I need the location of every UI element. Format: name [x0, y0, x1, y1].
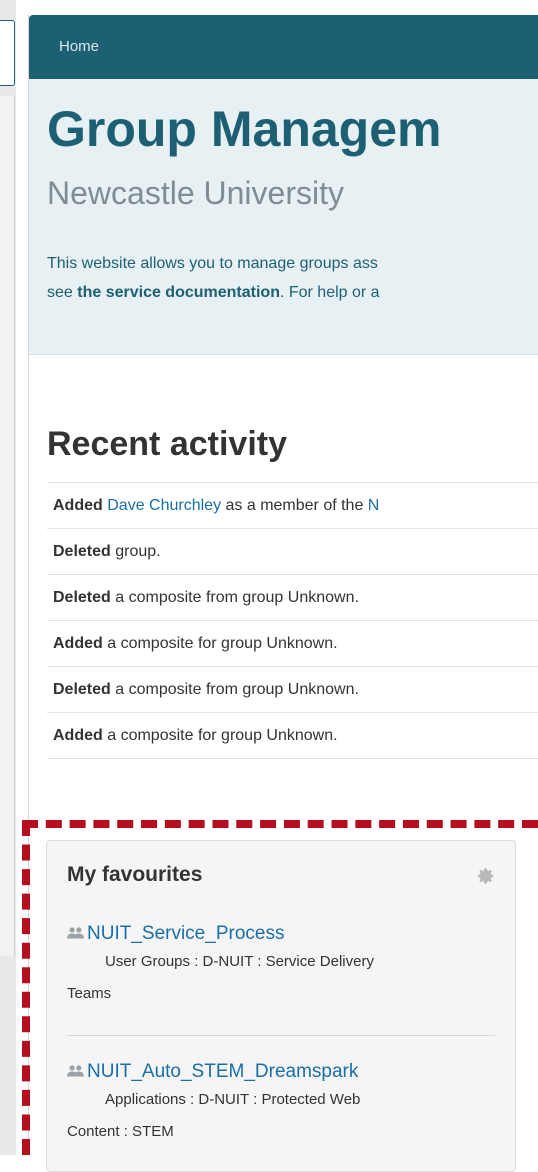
activity-verb: Deleted — [53, 681, 111, 698]
activity-item: Added a composite for group Unknown. — [47, 621, 538, 667]
favourite-item: NUIT_Auto_STEM_Dreamspark Applications :… — [67, 1061, 497, 1147]
favourite-path-line1: Applications : D-NUIT : Protected Web — [105, 1091, 361, 1108]
activity-text: a composite for group Unknown. — [102, 727, 338, 744]
favourite-divider — [67, 1035, 495, 1036]
activity-verb: Deleted — [53, 589, 111, 606]
activity-text: a composite from group Unknown. — [110, 681, 359, 698]
activity-verb: Added — [53, 497, 103, 514]
group-icon — [67, 1064, 84, 1081]
collapsed-sidebar-tab[interactable] — [0, 20, 15, 86]
favourite-path: Applications : D-NUIT : Protected Web — [67, 1083, 497, 1117]
intro-line1: This website allows you to manage groups… — [47, 255, 378, 272]
activity-item: Deleted group. — [47, 529, 538, 575]
activity-item: Added a composite for group Unknown. — [47, 713, 538, 759]
left-edge — [0, 0, 16, 1155]
breadcrumb-home[interactable]: Home — [59, 38, 99, 55]
activity-item: Deleted a composite from group Unknown. — [47, 575, 538, 621]
recent-activity-heading: Recent activity — [47, 425, 287, 463]
group-icon — [67, 926, 84, 943]
favourite-path-line2: Teams — [67, 985, 112, 1002]
page-subtitle: Newcastle University — [47, 175, 344, 211]
collapsed-sidebar — [0, 96, 15, 956]
breadcrumb: Home — [29, 15, 538, 79]
activity-text: as a member of the — [221, 497, 368, 514]
favourite-item: NUIT_Service_Process User Groups : D-NUI… — [67, 923, 497, 1009]
activity-item: Added Dave Churchley as a member of the … — [47, 482, 538, 529]
activity-group-link[interactable]: N — [368, 497, 380, 514]
favourite-path: User Groups : D-NUIT : Service Delivery — [67, 945, 497, 979]
favourite-path-line2: Content : STEM — [67, 1123, 174, 1140]
intro-line2-prefix: see — [47, 284, 78, 301]
activity-item: Deleted a composite from group Unknown. — [47, 667, 538, 713]
activity-text: group. — [110, 543, 161, 560]
intro-text: This website allows you to manage groups… — [47, 249, 538, 307]
recent-activity-list: Added Dave Churchley as a member of the … — [47, 482, 538, 759]
activity-user-link[interactable]: Dave Churchley — [107, 497, 221, 514]
hero-banner: Group Managem Newcastle University This … — [29, 79, 538, 355]
page-title: Group Managem — [47, 101, 442, 157]
favourite-path-line1: User Groups : D-NUIT : Service Delivery — [105, 953, 374, 970]
activity-verb: Added — [53, 727, 103, 744]
favourite-link[interactable]: NUIT_Service_Process — [87, 923, 284, 945]
activity-verb: Deleted — [53, 543, 111, 560]
activity-verb: Added — [53, 635, 103, 652]
favourites-title: My favourites — [67, 863, 203, 886]
favourites-panel: My favourites NUIT_Service_Process User … — [46, 840, 516, 1172]
activity-text: a composite from group Unknown. — [110, 589, 359, 606]
favourite-link[interactable]: NUIT_Auto_STEM_Dreamspark — [87, 1061, 358, 1083]
gear-icon[interactable] — [477, 867, 495, 885]
service-documentation-link[interactable]: the service documentation — [77, 284, 280, 301]
activity-text: a composite for group Unknown. — [102, 635, 338, 652]
intro-line2-suffix: . For help or a — [279, 284, 380, 301]
